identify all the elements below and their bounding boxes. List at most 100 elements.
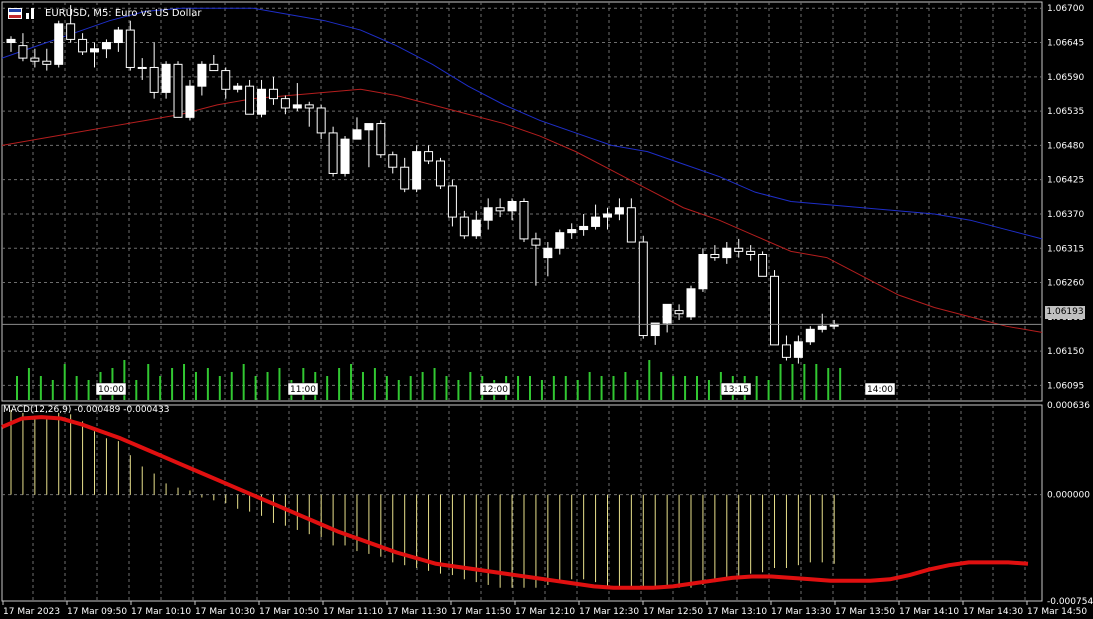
bull-candle xyxy=(805,328,815,343)
bear-candle xyxy=(42,60,52,65)
x-tick-label: 17 Mar 14:30 xyxy=(963,607,1023,617)
macd-indicator-label: MACD(12,26,9) -0.000489 -0.000433 xyxy=(3,405,170,415)
bear-candle xyxy=(626,207,636,243)
bear-candle xyxy=(531,238,541,246)
bear-candle xyxy=(710,253,720,259)
bull-candle xyxy=(364,123,374,131)
bull-candle xyxy=(591,216,601,227)
bull-candle xyxy=(543,247,553,259)
bull-candle xyxy=(412,151,422,190)
current-price-tag: 1.06193 xyxy=(1045,306,1085,319)
price-tick-label: 1.06150 xyxy=(1047,347,1084,357)
bear-candle xyxy=(149,66,159,93)
bear-candle xyxy=(376,123,386,156)
bear-candle xyxy=(519,201,529,240)
bear-candle xyxy=(66,23,76,40)
x-tick-label: 17 Mar 13:50 xyxy=(835,607,895,617)
time-marker-label: 13:15 xyxy=(723,385,749,395)
price-tick-label: 1.06700 xyxy=(1047,4,1084,14)
bear-candle xyxy=(209,63,219,72)
price-tick-label: 1.06095 xyxy=(1047,381,1084,391)
bull-candle xyxy=(6,38,16,44)
bear-candle xyxy=(316,107,326,134)
bear-candle xyxy=(674,310,684,315)
bull-candle xyxy=(698,253,708,290)
bear-candle xyxy=(221,70,231,90)
bear-candle xyxy=(734,247,744,252)
bull-candle xyxy=(257,88,267,115)
x-tick-label: 17 Mar 12:10 xyxy=(515,607,575,617)
x-tick-label: 17 Mar 10:10 xyxy=(131,607,191,617)
bear-candle xyxy=(18,45,28,59)
price-tick-label: 1.06645 xyxy=(1047,39,1084,49)
bull-candle xyxy=(54,23,64,65)
time-marker-label: 14:00 xyxy=(867,385,893,395)
x-tick-label: 17 Mar 12:50 xyxy=(643,607,703,617)
bear-candle xyxy=(328,132,338,174)
bear-candle xyxy=(30,57,40,62)
bear-candle xyxy=(268,88,278,100)
bull-candle xyxy=(614,207,624,215)
time-marker-label: 10:00 xyxy=(98,385,124,395)
bear-candle xyxy=(435,160,445,187)
bear-candle xyxy=(758,253,768,277)
bull-candle xyxy=(137,66,147,69)
bear-candle xyxy=(424,151,434,162)
macd-signal-line xyxy=(1,415,1029,590)
bear-candle xyxy=(459,216,469,237)
flag-icon xyxy=(8,7,22,19)
bear-candle xyxy=(447,185,457,218)
bear-candle xyxy=(280,98,290,109)
price-tick-label: 1.06480 xyxy=(1047,141,1084,151)
x-tick-label: 17 Mar 12:30 xyxy=(579,607,639,617)
bull-candle xyxy=(90,48,100,53)
bull-candle xyxy=(603,213,612,218)
bull-candle xyxy=(507,201,517,212)
bull-candle xyxy=(471,219,481,237)
chart-stage[interactable]: 1.06700 1.06645 1.06590 1.06535 1.06480 1.064… xyxy=(0,0,1093,619)
macd-tick-label: -0.000754 xyxy=(1047,597,1093,607)
macd-tick-label: 0.000636 xyxy=(1047,401,1090,411)
bull-candle xyxy=(579,225,589,231)
bull-candle xyxy=(101,42,111,50)
x-tick-label: 17 Mar 09:50 xyxy=(67,607,127,617)
macd-panel xyxy=(1,410,1029,590)
bear-candle xyxy=(304,104,314,109)
chart-bars-icon xyxy=(26,7,39,19)
bear-candle xyxy=(125,29,135,68)
bull-candle xyxy=(113,29,123,44)
bull-candle xyxy=(483,207,493,221)
bull-candle xyxy=(650,322,660,337)
x-tick-label: 17 Mar 11:50 xyxy=(451,607,511,617)
time-marker-label: 11:00 xyxy=(290,385,316,395)
x-tick-label: 17 Mar 14:10 xyxy=(899,607,959,617)
bull-candle xyxy=(793,341,803,358)
macd-panel-frame xyxy=(1,404,1043,602)
bull-candle xyxy=(662,303,672,324)
bull-candle xyxy=(197,63,207,87)
x-tick-label: 17 Mar 14:50 xyxy=(1027,607,1087,617)
bull-candle xyxy=(161,63,171,93)
bear-candle xyxy=(388,154,398,168)
x-tick-label: 17 Mar 10:50 xyxy=(259,607,319,617)
chart-header: EURUSD, M5: Euro vs US Dollar xyxy=(8,5,201,21)
price-tick-label: 1.06535 xyxy=(1047,107,1084,117)
bear-candle xyxy=(495,207,505,212)
x-tick-label: 17 Mar 11:30 xyxy=(387,607,447,617)
x-tick-label: 17 Mar 13:10 xyxy=(707,607,767,617)
bull-candle xyxy=(185,85,195,118)
x-tick-label: 17 Mar 10:30 xyxy=(195,607,255,617)
bull-candle xyxy=(555,232,565,249)
x-tick-label: 17 Mar 2023 xyxy=(3,607,60,617)
bull-candle xyxy=(352,129,362,140)
bull-candle xyxy=(292,104,302,109)
time-marker-label: 12:00 xyxy=(482,385,508,395)
bull-candle xyxy=(686,288,696,318)
macd-tick-label: 0.000000 xyxy=(1047,491,1090,501)
bull-candle xyxy=(817,325,827,330)
bull-candle xyxy=(567,229,577,234)
bear-candle xyxy=(78,38,88,53)
price-tick-label: 1.06370 xyxy=(1047,210,1084,220)
price-tick-label: 1.06590 xyxy=(1047,73,1084,83)
price-tick-label: 1.06425 xyxy=(1047,176,1084,186)
